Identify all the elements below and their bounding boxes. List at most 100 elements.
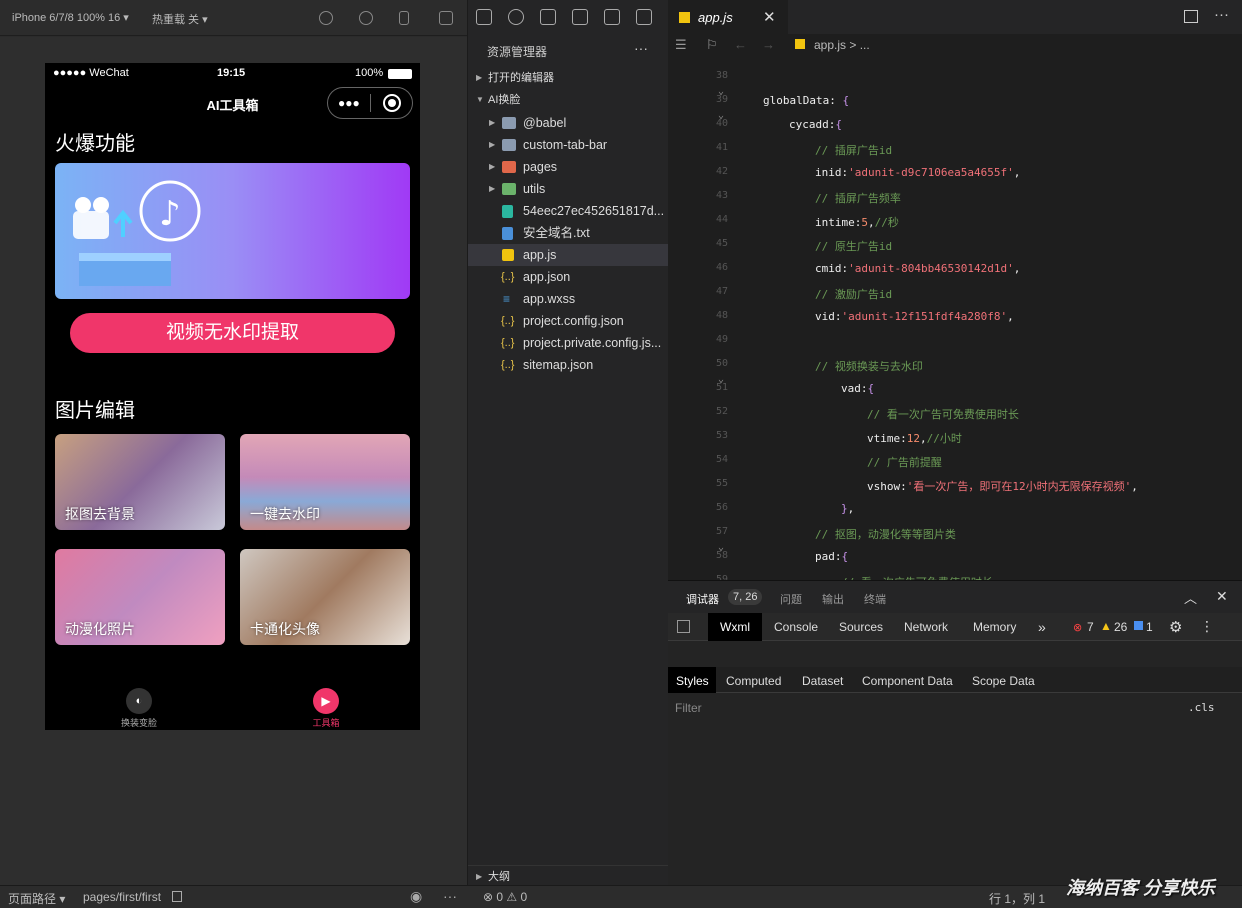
back-icon[interactable]: ← [734,37,747,52]
source-control-icon[interactable] [540,9,556,25]
problem-counts[interactable]: ⊗ 0 ⚠ 0 [483,890,527,904]
tree-item-app-js[interactable]: app.js [468,244,669,266]
open-editors-header[interactable]: ▶ 打开的编辑器 [468,67,669,89]
code-line[interactable]: intime:5,//秒 [815,214,899,230]
tree-item-app-json[interactable]: {..} app.json [468,266,669,288]
chevron-up-icon[interactable]: ︿ [1184,588,1197,607]
list-icon[interactable]: ☰ [675,37,687,53]
card-remove-bg[interactable]: 抠图去背景 [55,434,225,530]
info-count[interactable]: 1 [1146,620,1153,634]
tab-wxml[interactable]: Wxml [720,620,750,634]
code-line[interactable]: // 激励广告id [815,286,892,302]
tab-dataset[interactable]: Dataset [802,674,843,688]
tree-item-app-wxss[interactable]: ≡ app.wxss [468,288,669,310]
tab-memory[interactable]: Memory [973,620,1016,634]
tab-debugger[interactable]: 调试器 [686,591,719,607]
fold-icon[interactable]: ⌄ [718,542,724,553]
card-anime-photo[interactable]: 动漫化照片 [55,549,225,645]
project-header[interactable]: ▼ AI换脸 [468,89,669,111]
code-line[interactable]: // 抠图，动漫化等等图片类 [815,526,956,542]
files-icon[interactable] [476,9,492,25]
code-line[interactable]: globalData: { [763,94,849,107]
tree-item-custom-tab-bar[interactable]: ▶ custom-tab-bar [468,134,669,156]
code-line[interactable]: cycadd:{ [789,118,842,131]
tab-scope-data[interactable]: Scope Data [972,674,1035,688]
code-line[interactable]: }, [841,502,854,515]
code-line[interactable]: vad:{ [841,382,874,395]
search-icon[interactable] [508,9,524,25]
tab-network[interactable]: Network [904,620,948,634]
tab-app-js[interactable]: app.js ✕ [668,0,788,34]
refresh-icon[interactable] [319,11,333,25]
code-area[interactable]: 38 39 globalData: {40 cycadd:{41// 插屏广告id 42… [668,60,1242,580]
tree-item-utils[interactable]: ▶ utils [468,178,669,200]
code-line[interactable]: cmid:'adunit-804bb46530142d1d', [815,262,1020,275]
extensions-icon[interactable] [572,9,588,25]
tree-item-sitemap[interactable]: {..} sitemap.json [468,354,669,376]
code-line[interactable]: // 看一次广告可免费使用时长 [867,406,1019,422]
code-line[interactable]: // 插屏广告id [815,142,892,158]
video-banner[interactable]: ♪ [55,163,410,299]
filter-input[interactable]: Filter [675,701,702,715]
code-line[interactable]: pad:{ [815,550,848,563]
code-line[interactable]: // 广告前提醒 [867,454,942,470]
cls-toggle[interactable]: .cls [1188,701,1215,714]
hot-reload-toggle[interactable]: 热重载 关 ▾ [152,11,208,27]
warning-count[interactable]: 26 [1114,620,1127,634]
inspect-icon[interactable] [677,620,690,633]
code-line[interactable]: // 原生广告id [815,238,892,254]
bookmark-icon[interactable]: ⚐ [706,37,718,53]
card-cartoon-avatar[interactable]: 卡通化头像 [240,549,410,645]
tree-item-pages[interactable]: ▶ pages [468,156,669,178]
card-remove-watermark[interactable]: 一键去水印 [240,434,410,530]
forward-icon[interactable]: → [762,37,775,52]
tab-problems[interactable]: 问题 [780,591,802,607]
more-icon[interactable]: ··· [634,40,648,56]
more-tabs-icon[interactable]: » [1038,619,1046,635]
close-circle-icon[interactable] [383,94,401,112]
tree-item-babel[interactable]: ▶ @babel [468,112,669,134]
popout-icon[interactable] [439,11,453,25]
tab-styles[interactable]: Styles [676,674,709,688]
tab-toolbox[interactable]: ▶ 工具箱 [286,688,366,729]
more-icon[interactable]: ··· [443,888,457,904]
close-icon[interactable]: ✕ [763,8,776,26]
tab-sources[interactable]: Sources [839,620,883,634]
code-line[interactable]: vtime:12,//小时 [867,430,962,446]
tab-component-data[interactable]: Component Data [862,674,953,688]
outline-header[interactable]: ▶ 大纲 [468,865,669,887]
extract-video-button[interactable]: 视频无水印提取 [70,313,395,353]
tab-computed[interactable]: Computed [726,674,781,688]
fold-icon[interactable]: ⌄ [718,110,724,121]
breadcrumb[interactable]: app.js > ... [814,38,870,52]
tab-terminal[interactable]: 终端 [864,591,886,607]
tree-item-hash-file[interactable]: 54eec27ec452651817d... [468,200,669,222]
page-path-label[interactable]: 页面路径 ▾ [8,890,65,907]
tree-item-domain-txt[interactable]: 安全域名.txt [468,222,669,244]
kebab-icon[interactable]: ⋮ [1200,618,1214,635]
record-icon[interactable] [359,11,373,25]
docker-icon[interactable] [636,9,652,25]
code-line[interactable]: vshow:'看一次广告，即可在12小时内无限保存视频', [867,478,1138,494]
tab-console[interactable]: Console [774,620,818,634]
close-icon[interactable]: ✕ [1216,588,1228,605]
code-line[interactable]: vid:'adunit-12f151fdf4a280f8', [815,310,1014,323]
code-line[interactable]: // 视频换装与去水印 [815,358,923,374]
phone-icon[interactable] [399,11,409,25]
more-icon[interactable]: ··· [1214,6,1229,23]
error-count[interactable]: 7 [1087,620,1094,634]
settings-icon[interactable]: ⚙ [1169,618,1182,636]
fold-icon[interactable]: ⌄ [718,374,724,385]
code-line[interactable]: // 插屏广告频率 [815,190,901,206]
capsule-menu[interactable]: ●●● [327,87,413,119]
cursor-position[interactable]: 行 1，列 1 [989,890,1045,907]
tab-face-swap[interactable]: ◐ 换装变脸 [99,688,179,729]
fold-icon[interactable]: ⌄ [718,86,724,97]
copy-icon[interactable] [172,891,182,902]
code-line[interactable]: inid:'adunit-d9c7106ea5a4655f', [815,166,1020,179]
device-select[interactable]: iPhone 6/7/8 100% 16 ▾ [12,11,129,24]
storage-icon[interactable] [604,9,620,25]
split-editor-icon[interactable] [1184,10,1198,23]
tree-item-project-config[interactable]: {..} project.config.json [468,310,669,332]
tab-output[interactable]: 输出 [822,591,844,607]
